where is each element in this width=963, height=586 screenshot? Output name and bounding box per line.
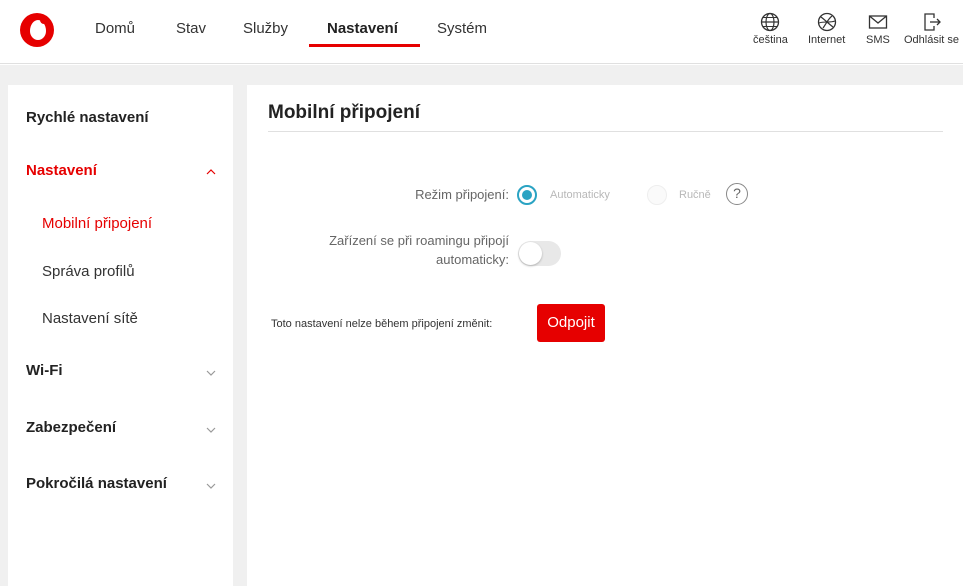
language-label: čeština: [753, 34, 788, 46]
column-gutter: [233, 85, 247, 586]
chevron-down-icon[interactable]: [206, 425, 216, 435]
top-bar: Domů Stav Služby Nastavení Systém češtin…: [0, 0, 963, 64]
roaming-auto-toggle[interactable]: [518, 241, 561, 266]
connection-mode-label: Režim připojení:: [415, 187, 509, 202]
roaming-label-line-1: Zařízení se při roamingu připojí: [329, 233, 509, 248]
internet-label: Internet: [808, 34, 846, 46]
radio-manual[interactable]: [647, 185, 667, 205]
chevron-up-icon[interactable]: [206, 167, 216, 177]
nav-status[interactable]: Stav: [176, 20, 206, 37]
nav-home[interactable]: Domů: [95, 20, 135, 37]
nav-services[interactable]: Služby: [243, 20, 288, 37]
page-title: Mobilní připojení: [268, 102, 420, 123]
logout-icon: [922, 12, 942, 32]
chevron-down-icon[interactable]: [206, 368, 216, 378]
sidebar-subitem-mobile-connection[interactable]: Mobilní připojení: [42, 215, 152, 232]
vodafone-logo[interactable]: [20, 13, 54, 47]
logout-button[interactable]: Odhlásit se: [904, 12, 959, 46]
nav-settings[interactable]: Nastavení: [327, 20, 398, 37]
language-button[interactable]: čeština: [753, 12, 788, 46]
nav-active-underline: [309, 44, 420, 47]
roaming-label-line-2: automaticky:: [436, 252, 509, 267]
sidebar-subitem-profile-management[interactable]: Správa profilů: [42, 263, 135, 280]
left-margin: [0, 85, 8, 586]
globe-icon: [760, 12, 780, 32]
disconnect-note: Toto nastavení nelze během připojení změ…: [271, 318, 493, 330]
help-icon[interactable]: ?: [726, 183, 748, 205]
title-divider: [268, 131, 943, 132]
chevron-down-icon[interactable]: [206, 481, 216, 491]
sidebar-item-quick-setup[interactable]: Rychlé nastavení: [26, 109, 149, 126]
internet-button[interactable]: Internet: [808, 12, 845, 46]
sidebar-item-wifi[interactable]: Wi-Fi: [26, 362, 63, 379]
nav-system[interactable]: Systém: [437, 20, 487, 37]
internet-icon: [817, 12, 837, 32]
sms-label: SMS: [866, 34, 890, 46]
main-panel: Mobilní připojení Režim připojení: Autom…: [247, 85, 963, 586]
radio-manual-label: Ručně: [679, 189, 711, 201]
sidebar-item-settings[interactable]: Nastavení: [26, 162, 97, 179]
envelope-icon: [868, 12, 888, 32]
sidebar: Rychlé nastavení Nastavení Mobilní připo…: [8, 85, 233, 586]
sidebar-item-security[interactable]: Zabezpečení: [26, 419, 116, 436]
sms-button[interactable]: SMS: [866, 12, 890, 46]
radio-automatic-label: Automaticky: [550, 189, 610, 201]
sidebar-subitem-network-settings[interactable]: Nastavení sítě: [42, 310, 138, 327]
radio-automatic[interactable]: [517, 185, 537, 205]
disconnect-button[interactable]: Odpojit: [537, 304, 605, 342]
roaming-label: Zařízení se při roamingu připojí automat…: [329, 231, 509, 269]
logout-label: Odhlásit se: [904, 34, 960, 46]
sidebar-item-advanced-settings[interactable]: Pokročilá nastavení: [26, 475, 167, 492]
header-divider-band: [0, 65, 963, 85]
